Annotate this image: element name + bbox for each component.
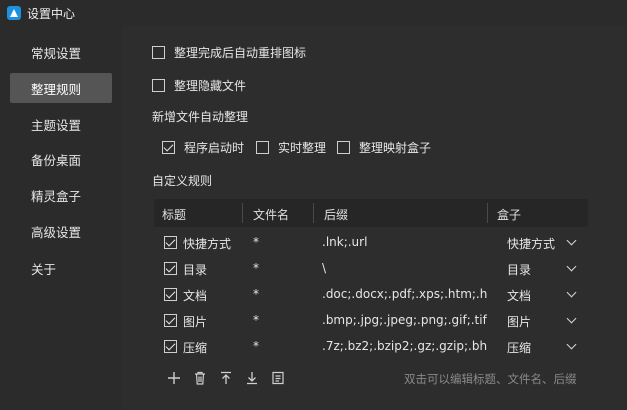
move-bottom-icon[interactable]: [244, 370, 260, 386]
sidebar-item-about[interactable]: 关于: [10, 253, 112, 283]
row-checkbox[interactable]: [164, 314, 177, 327]
mapped-box-option[interactable]: 整理映射盒子: [337, 139, 431, 156]
mapped-box-label: 整理映射盒子: [359, 141, 432, 155]
rule-suffix: .7z;.bz2;.bzip2;.gz;.gzip;.bh…: [322, 339, 487, 353]
row-checkbox[interactable]: [164, 262, 177, 275]
table-row[interactable]: 图片 * .bmp;.jpg;.jpeg;.png;.gif;.tif… 图片: [154, 307, 588, 333]
mapped-box-checkbox[interactable]: [337, 141, 350, 154]
column-divider[interactable]: [487, 203, 488, 223]
rule-box[interactable]: 文档: [507, 287, 531, 304]
sidebar-item-label: 精灵盒子: [31, 188, 82, 204]
column-header-title[interactable]: 标题: [162, 206, 186, 223]
chevron-down-icon[interactable]: [566, 339, 577, 350]
sidebar-item-sprite-box[interactable]: 精灵盒子: [10, 180, 112, 210]
document-icon[interactable]: [270, 370, 286, 386]
sidebar: 常规设置 整理规则 主题设置 备份桌面 精灵盒子 高级设置 关于: [0, 26, 122, 410]
rule-filename: *: [253, 339, 259, 353]
chevron-down-icon[interactable]: [566, 235, 577, 246]
rule-filename: *: [253, 287, 259, 301]
realtime-checkbox[interactable]: [256, 141, 269, 154]
rule-title: 压缩: [183, 341, 208, 355]
edit-hint: 双击可以编辑标题、文件名、后缀: [404, 372, 577, 386]
on-startup-label: 程序启动时: [184, 141, 245, 155]
rule-filename: *: [253, 235, 259, 249]
rule-box[interactable]: 压缩: [507, 339, 531, 356]
auto-organize-heading: 新增文件自动整理: [152, 110, 249, 124]
sidebar-item-label: 高级设置: [31, 224, 82, 240]
rule-title: 图片: [183, 315, 208, 329]
rule-box[interactable]: 图片: [507, 313, 531, 330]
sidebar-item-label: 主题设置: [31, 117, 82, 133]
column-divider[interactable]: [313, 203, 314, 223]
sidebar-item-rules[interactable]: 整理规则: [10, 73, 112, 103]
rule-suffix: \: [322, 261, 327, 275]
table-row[interactable]: 快捷方式 * .lnk;.url 快捷方式: [154, 229, 588, 255]
auto-rearrange-option[interactable]: 整理完成后自动重排图标: [152, 44, 306, 61]
on-startup-checkbox[interactable]: [162, 141, 175, 154]
app-logo-icon: [7, 6, 21, 20]
auto-rearrange-label: 整理完成后自动重排图标: [174, 46, 307, 60]
rule-suffix: .doc;.docx;.pdf;.xps;.htm;.h…: [322, 287, 487, 301]
row-checkbox[interactable]: [164, 236, 177, 249]
sidebar-item-advanced[interactable]: 高级设置: [10, 216, 112, 246]
hidden-files-checkbox[interactable]: [152, 79, 165, 92]
rule-filename: *: [253, 261, 259, 275]
rule-title: 快捷方式: [183, 237, 232, 251]
row-checkbox[interactable]: [164, 288, 177, 301]
sidebar-item-backup[interactable]: 备份桌面: [10, 144, 112, 174]
rule-box[interactable]: 目录: [507, 261, 531, 278]
realtime-label: 实时整理: [278, 141, 327, 155]
rule-filename: *: [253, 313, 259, 327]
on-startup-option[interactable]: 程序启动时: [162, 139, 244, 156]
column-header-box[interactable]: 盒子: [497, 206, 521, 223]
table-row[interactable]: 目录 * \ 目录: [154, 255, 588, 281]
sidebar-item-label: 备份桌面: [31, 152, 82, 168]
sidebar-item-general[interactable]: 常规设置: [10, 37, 112, 67]
sidebar-item-label: 关于: [31, 261, 57, 277]
auto-rearrange-checkbox[interactable]: [152, 46, 165, 59]
column-header-suffix[interactable]: 后缀: [324, 206, 348, 223]
window-title: 设置中心: [27, 6, 76, 21]
custom-rules-heading: 自定义规则: [152, 174, 213, 188]
chevron-down-icon[interactable]: [566, 287, 577, 298]
column-divider[interactable]: [242, 203, 243, 223]
hidden-files-option[interactable]: 整理隐藏文件: [152, 77, 246, 94]
hidden-files-label: 整理隐藏文件: [174, 79, 247, 93]
column-header-filename[interactable]: 文件名: [253, 206, 289, 223]
rule-title: 文档: [183, 289, 208, 303]
table-row[interactable]: 文档 * .doc;.docx;.pdf;.xps;.htm;.h… 文档: [154, 281, 588, 307]
rule-suffix: .bmp;.jpg;.jpeg;.png;.gif;.tif…: [322, 313, 487, 327]
chevron-down-icon[interactable]: [566, 313, 577, 324]
title-bar: 设置中心: [0, 0, 627, 26]
trash-icon[interactable]: [192, 370, 208, 386]
rule-box[interactable]: 快捷方式: [507, 235, 555, 252]
add-icon[interactable]: [166, 370, 182, 386]
sidebar-item-label: 整理规则: [31, 81, 82, 97]
rule-title: 目录: [183, 263, 208, 277]
sidebar-item-label: 常规设置: [31, 45, 82, 61]
row-checkbox[interactable]: [164, 340, 177, 353]
chevron-down-icon[interactable]: [566, 261, 577, 272]
sidebar-item-theme[interactable]: 主题设置: [10, 109, 112, 139]
move-top-icon[interactable]: [218, 370, 234, 386]
table-row[interactable]: 压缩 * .7z;.bz2;.bzip2;.gz;.gzip;.bh… 压缩: [154, 333, 588, 359]
realtime-option[interactable]: 实时整理: [256, 139, 326, 156]
rules-table-header: 标题 文件名 后缀 盒子: [154, 199, 588, 227]
rule-suffix: .lnk;.url: [322, 235, 368, 249]
